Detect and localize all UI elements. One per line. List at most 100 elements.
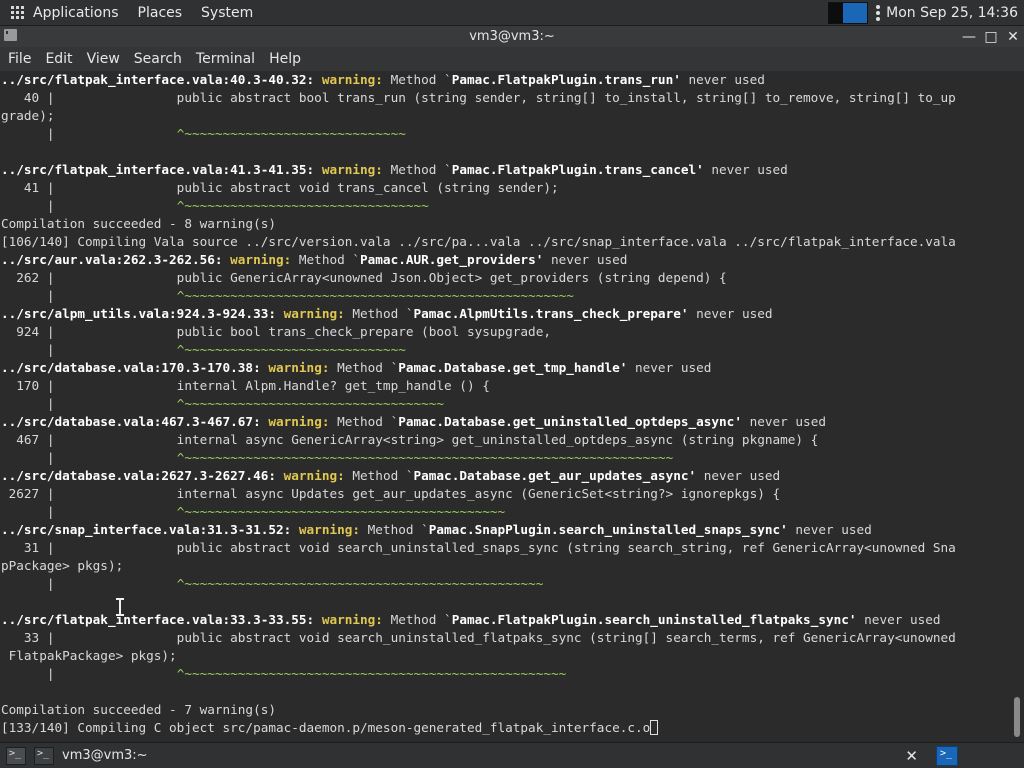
terminal-text: pPackage> pkgs); (1, 558, 124, 573)
terminal-line: 33 | public abstract void search_uninsta… (0, 629, 1010, 647)
terminal-text: Method ` (352, 468, 414, 483)
terminal-line: 41 | public abstract void trans_cancel (… (0, 179, 1010, 197)
scrollbar[interactable] (1010, 71, 1024, 741)
terminal-text: ../src/flatpak_interface.vala:33.3-33.55… (1, 612, 322, 627)
terminal-line: ../src/alpm_utils.vala:924.3-924.33: war… (0, 305, 1010, 323)
terminal-text: Pamac.Database.get_aur_updates_async' (413, 468, 697, 483)
terminal-text: never used (688, 306, 773, 321)
terminal-text: | (1, 504, 177, 519)
window-titlebar[interactable]: vm3@vm3:~ — □ ✕ (0, 26, 1024, 47)
terminal-line: grade); (0, 107, 1010, 125)
terminal-app-icon[interactable] (4, 29, 17, 41)
menu-search[interactable]: Search (134, 51, 182, 67)
text-cursor-icon (116, 598, 124, 616)
terminal-text: warning: (283, 468, 353, 483)
terminal-text: ../src/database.vala:2627.3-2627.46: (1, 468, 284, 483)
menu-edit[interactable]: Edit (45, 51, 72, 67)
terminal-line: ../src/flatpak_interface.vala:41.3-41.35… (0, 161, 1010, 179)
terminal-line: 262 | public GenericArray<unowned Json.O… (0, 269, 1010, 287)
taskbar-close-icon[interactable]: ✕ (905, 747, 918, 765)
terminal-text: never used (703, 162, 788, 177)
terminal-text: 924 | public bool trans_check_prepare (b… (1, 324, 551, 339)
taskbar-task-title: vm3@vm3:~ (62, 748, 148, 763)
minimize-button[interactable]: — (962, 29, 976, 45)
terminal-text: 170 | internal Alpm.Handle? get_tmp_hand… (1, 378, 490, 393)
apps-grid-icon[interactable] (11, 5, 25, 20)
menu-help[interactable]: Help (269, 51, 301, 67)
terminal-text: Pamac.FlatpakPlugin.trans_cancel' (451, 162, 704, 177)
terminal-line: pPackage> pkgs); (0, 557, 1010, 575)
terminal-text: Pamac.FlatpakPlugin.search_uninstalled_f… (451, 612, 857, 627)
terminal-line: ../src/database.vala:467.3-467.67: warni… (0, 413, 1010, 431)
terminal-text: warning: (298, 522, 368, 537)
terminal-text: ^~~~~~~~~~~~~~~~~~~~~~~~~~~~~~~~~~~~~~~~… (176, 288, 574, 303)
terminal-text: Method ` (390, 162, 452, 177)
terminal-text: 40 | public abstract bool trans_run (str… (1, 90, 956, 105)
terminal-text: Method ` (337, 414, 399, 429)
terminal-text: warning: (268, 360, 338, 375)
terminal-text: ^~~~~~~~~~~~~~~~~~~~~~~~~~~~~~~~~~~~~~~~… (176, 576, 544, 591)
terminal-line: | ^~~~~~~~~~~~~~~~~~~~~~~~~~~~~~~~~~~~~~… (0, 503, 1010, 521)
terminal-text: never used (543, 252, 628, 267)
terminal-text: Compilation succeeded - 7 warning(s) (1, 702, 276, 717)
panel-clock[interactable]: Mon Sep 25, 14:36 (886, 5, 1018, 21)
terminal-line: 467 | internal async GenericArray<string… (0, 431, 1010, 449)
more-options-icon[interactable] (876, 4, 881, 21)
terminal-text: Method ` (298, 252, 361, 267)
terminal-text: Method ` (352, 306, 414, 321)
terminal-text: ^~~~~~~~~~~~~~~~~~~~~~~~~~~~~~ (176, 342, 406, 357)
terminal-line: 170 | internal Alpm.Handle? get_tmp_hand… (0, 377, 1010, 395)
terminal-output[interactable]: ../src/flatpak_interface.vala:40.3-40.32… (0, 71, 1010, 741)
terminal-text: ^~~~~~~~~~~~~~~~~~~~~~~~~~~~~~~~~~~~~~~~… (176, 504, 506, 519)
terminal-task-icon (34, 746, 54, 765)
terminal-line: 2627 | internal async Updates get_aur_up… (0, 485, 1010, 503)
terminal-text: never used (680, 72, 765, 87)
terminal-text: 2627 | internal async Updates get_aur_up… (1, 486, 781, 501)
workspace-switcher-icon[interactable] (828, 1, 869, 24)
terminal-line: [133/140] Compiling C object src/pamac-d… (0, 719, 1010, 737)
terminal-text: never used (696, 468, 781, 483)
terminal-text: Compilation succeeded - 8 warning(s) (1, 216, 276, 231)
terminal-text: ../src/alpm_utils.vala:924.3-924.33: (1, 306, 284, 321)
menu-view[interactable]: View (87, 51, 120, 67)
terminal-text: 262 | public GenericArray<unowned Json.O… (1, 270, 727, 285)
terminal-text: grade); (1, 108, 55, 123)
terminal-text: 33 | public abstract void search_uninsta… (1, 630, 956, 645)
menu-file[interactable]: File (8, 51, 31, 67)
taskbar-task[interactable]: vm3@vm3:~ (34, 746, 148, 765)
panel-menu-places[interactable]: Places (138, 5, 183, 21)
terminal-text: warning: (321, 162, 391, 177)
window-title: vm3@vm3:~ (469, 29, 555, 44)
terminal-text: | (1, 126, 177, 141)
terminal-line: ../src/database.vala:170.3-170.38: warni… (0, 359, 1010, 377)
terminal-text: warning: (283, 306, 353, 321)
menu-terminal[interactable]: Terminal (196, 51, 255, 67)
show-desktop-terminal-icon[interactable] (6, 746, 26, 765)
tray-terminal-icon[interactable] (936, 745, 958, 766)
terminal-text: Pamac.SnapPlugin.search_uninstalled_snap… (428, 522, 788, 537)
terminal-text: [133/140] Compiling C object src/pamac-d… (1, 720, 651, 735)
maximize-button[interactable]: □ (984, 29, 998, 45)
terminal-line: 40 | public abstract bool trans_run (str… (0, 89, 1010, 107)
scrollbar-thumb[interactable] (1014, 697, 1020, 737)
terminal-text: 31 | public abstract void search_uninsta… (1, 540, 956, 555)
top-panel: Applications Places System Mon Sep 25, 1… (0, 0, 1024, 26)
terminal-text: ../src/database.vala:170.3-170.38: (1, 360, 269, 375)
terminal-text: 41 | public abstract void trans_cancel (… (1, 180, 559, 195)
terminal-line: ../src/snap_interface.vala:31.3-31.52: w… (0, 521, 1010, 539)
terminal-text: Pamac.FlatpakPlugin.trans_run' (451, 72, 681, 87)
terminal-text: warning: (321, 612, 391, 627)
terminal-text: [106/140] Compiling Vala source ../src/v… (1, 234, 956, 249)
terminal-text: | (1, 576, 177, 591)
close-button[interactable]: ✕ (1006, 29, 1020, 45)
terminal-text: never used (627, 360, 712, 375)
terminal-text: ^~~~~~~~~~~~~~~~~~~~~~~~~~~~~~~~~~~~~~~~… (176, 450, 674, 465)
terminal-text: ../src/flatpak_interface.vala:40.3-40.32… (1, 72, 322, 87)
terminal-text: ../src/snap_interface.vala:31.3-31.52: (1, 522, 299, 537)
terminal-text: | (1, 198, 177, 213)
terminal-text: Pamac.AlpmUtils.trans_check_prepare' (413, 306, 689, 321)
panel-menu-system[interactable]: System (201, 5, 253, 21)
terminal-text: FlatpakPackage> pkgs); (1, 648, 177, 663)
panel-menu-applications[interactable]: Applications (33, 5, 119, 21)
terminal-line: [106/140] Compiling Vala source ../src/v… (0, 233, 1010, 251)
